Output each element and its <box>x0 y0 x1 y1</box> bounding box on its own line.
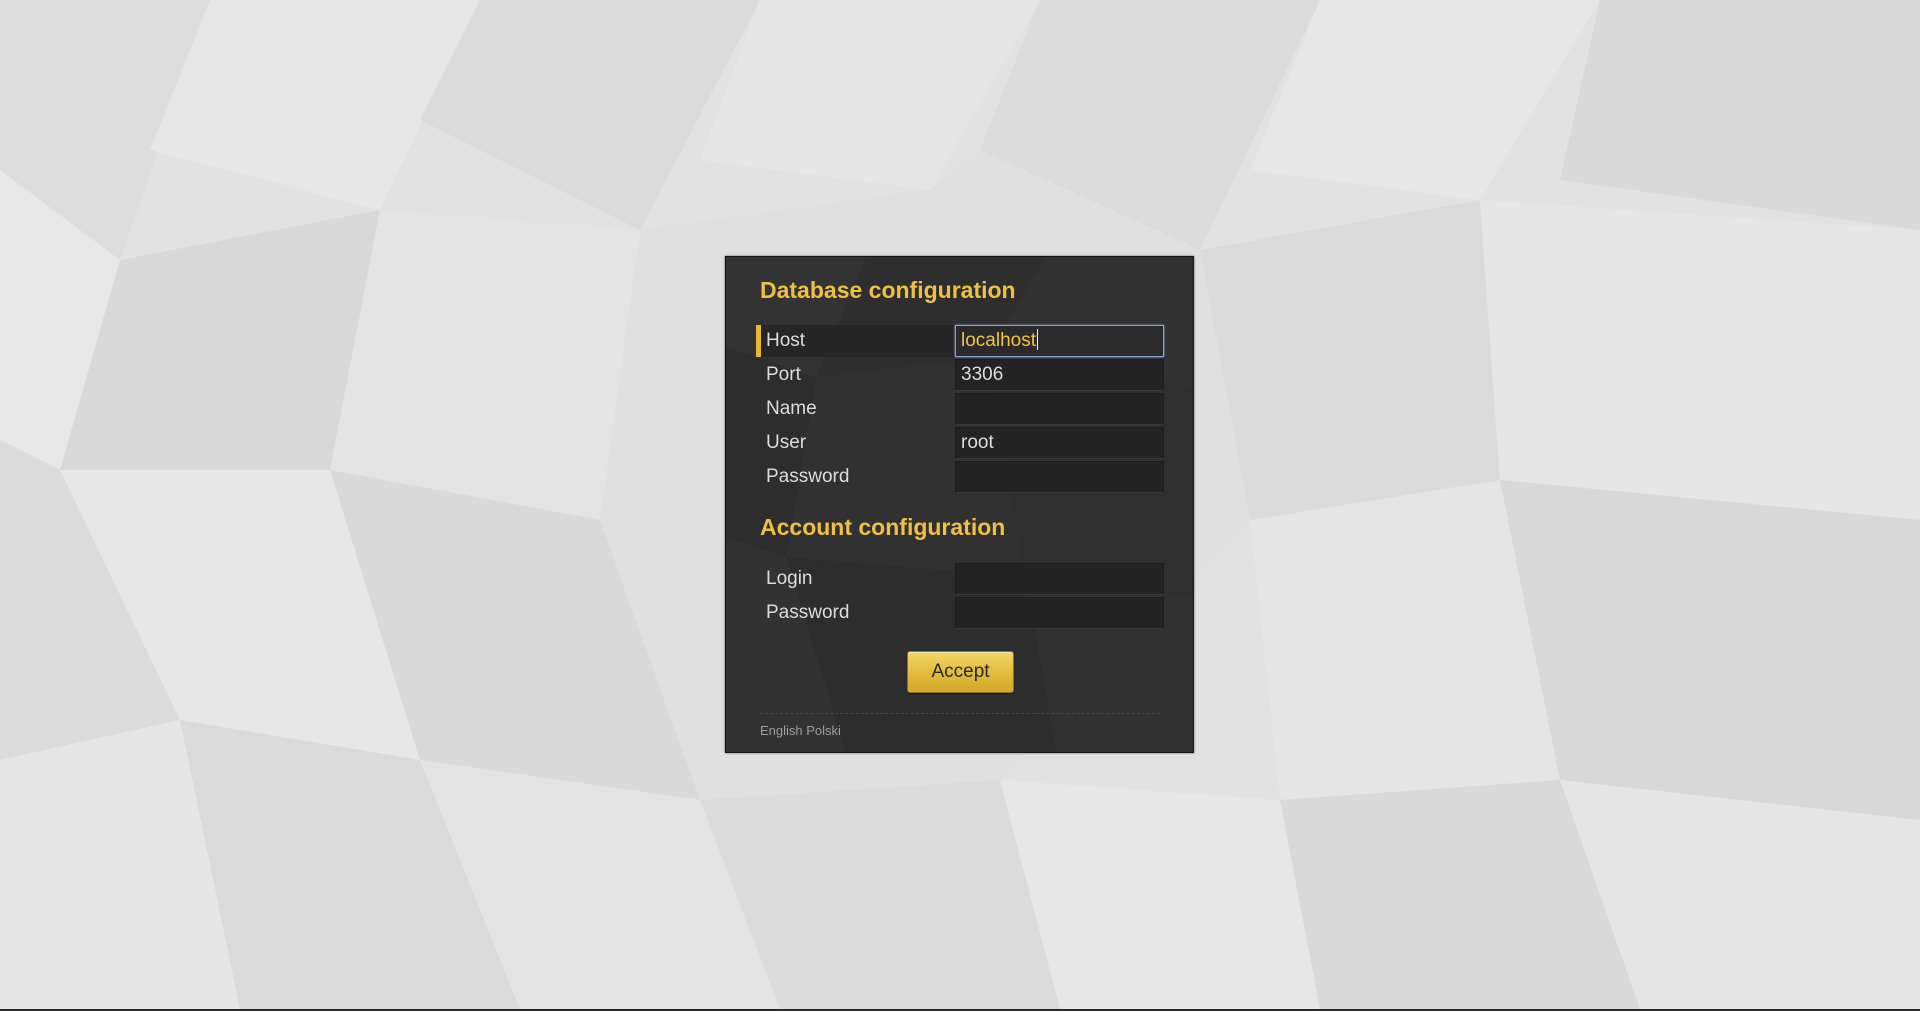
account-password-input[interactable] <box>955 597 1164 629</box>
db-password-label: Password <box>766 466 850 487</box>
db-password-input[interactable] <box>955 461 1164 493</box>
name-input[interactable] <box>955 393 1164 425</box>
port-row: Port 3306 <box>756 359 1170 391</box>
host-label: Host <box>756 325 954 357</box>
language-switcher: English Polski <box>760 723 841 738</box>
host-input-value: localhost <box>961 330 1036 351</box>
port-label: Port <box>766 364 801 385</box>
port-input[interactable]: 3306 <box>955 359 1164 391</box>
language-link-english[interactable]: English <box>760 723 803 738</box>
name-row: Name <box>756 393 1170 425</box>
user-input[interactable]: root <box>955 427 1164 459</box>
accept-button[interactable]: Accept <box>907 651 1014 693</box>
login-input[interactable] <box>955 563 1164 595</box>
user-label: User <box>766 432 807 453</box>
language-link-polski[interactable]: Polski <box>806 723 841 738</box>
account-password-row: Password <box>756 597 1170 629</box>
user-row: User root <box>756 427 1170 459</box>
setup-panel: Database configuration Host localhost Po… <box>725 256 1194 753</box>
text-caret <box>1037 329 1038 350</box>
database-config-title: Database configuration <box>760 277 1016 303</box>
db-password-row: Password <box>756 461 1170 493</box>
host-input[interactable]: localhost <box>955 325 1164 357</box>
login-label: Login <box>766 568 813 589</box>
name-label: Name <box>766 398 817 419</box>
footer-divider <box>760 713 1160 714</box>
login-row: Login <box>756 563 1170 595</box>
account-config-title: Account configuration <box>760 514 1006 540</box>
host-row: Host localhost <box>756 325 1170 357</box>
account-password-label: Password <box>766 602 850 623</box>
